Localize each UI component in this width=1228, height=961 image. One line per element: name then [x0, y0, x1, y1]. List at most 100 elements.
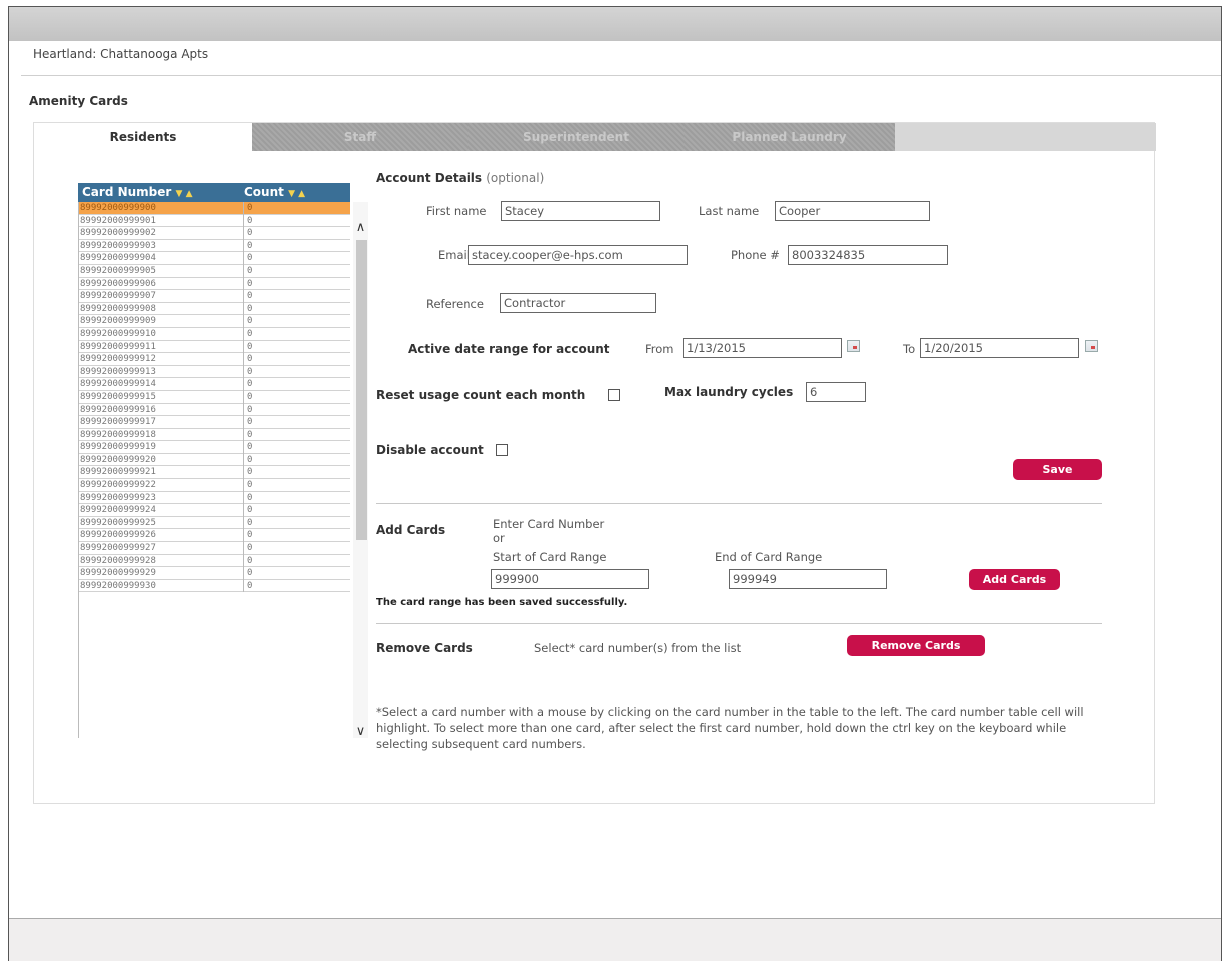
- card-number-cell[interactable]: 89992000999904: [80, 252, 244, 265]
- table-row[interactable]: 89992000999906 0: [79, 277, 350, 291]
- count-cell: 0: [247, 492, 350, 505]
- table-row[interactable]: 89992000999904 0: [79, 252, 350, 265]
- card-number-cell[interactable]: 89992000999910: [80, 327, 244, 341]
- card-number-cell[interactable]: 89992000999916: [80, 403, 244, 417]
- card-number-cell[interactable]: 89992000999908: [80, 302, 244, 316]
- table-row[interactable]: 89992000999924 0: [79, 504, 350, 517]
- calendar-icon[interactable]: [847, 340, 860, 352]
- calendar-icon[interactable]: [1085, 340, 1098, 352]
- table-row[interactable]: 89992000999918 0: [79, 428, 350, 442]
- table-row[interactable]: 89992000999908 0: [79, 302, 350, 316]
- card-number-cell[interactable]: 89992000999928: [80, 554, 244, 568]
- card-number-cell[interactable]: 89992000999911: [80, 340, 244, 354]
- end-range-input[interactable]: 999949: [729, 569, 887, 589]
- card-number-cell[interactable]: 89992000999903: [80, 239, 244, 253]
- tab-residents[interactable]: Residents: [34, 123, 252, 151]
- table-row[interactable]: 89992000999929 0: [79, 567, 350, 580]
- table-row[interactable]: 89992000999902 0: [79, 227, 350, 240]
- col-header-card-number[interactable]: Card Number ▼ ▲: [82, 185, 193, 199]
- card-number-cell[interactable]: 89992000999915: [80, 390, 244, 404]
- card-number-cell[interactable]: 89992000999920: [80, 453, 244, 467]
- to-date-input[interactable]: 1/20/2015: [920, 338, 1079, 358]
- card-number-cell[interactable]: 89992000999901: [80, 214, 244, 228]
- app-frame: Heartland: Chattanooga Apts Amenity Card…: [8, 6, 1222, 961]
- table-row[interactable]: 89992000999923 0: [79, 491, 350, 505]
- table-row[interactable]: 89992000999916 0: [79, 403, 350, 417]
- max-cycles-input[interactable]: 6: [806, 382, 866, 402]
- table-row[interactable]: 89992000999928 0: [79, 554, 350, 568]
- col-header-count[interactable]: Count ▼ ▲: [244, 185, 305, 199]
- card-number-cell[interactable]: 89992000999907: [80, 290, 244, 303]
- card-number-cell[interactable]: 89992000999917: [80, 416, 244, 429]
- table-row[interactable]: 89992000999912 0: [79, 353, 350, 366]
- tab-planned-laundry[interactable]: Planned Laundry: [684, 123, 895, 151]
- reset-usage-checkbox[interactable]: [608, 389, 620, 401]
- table-row[interactable]: 89992000999917 0: [79, 416, 350, 429]
- card-number-cell[interactable]: 89992000999918: [80, 428, 244, 442]
- tab-superintendent[interactable]: Superintendent: [468, 123, 684, 151]
- card-number-cell[interactable]: 89992000999912: [80, 353, 244, 366]
- table-row[interactable]: 89992000999901 0: [79, 214, 350, 228]
- table-row[interactable]: 89992000999927 0: [79, 542, 350, 555]
- count-cell: 0: [247, 567, 350, 580]
- sort-arrows-icon[interactable]: ▼ ▲: [288, 189, 305, 199]
- table-row[interactable]: 89992000999919 0: [79, 441, 350, 454]
- card-number-cell[interactable]: 89992000999927: [80, 542, 244, 555]
- table-row[interactable]: 89992000999920 0: [79, 453, 350, 467]
- card-number-cell[interactable]: 89992000999914: [80, 378, 244, 391]
- table-row[interactable]: 89992000999921 0: [79, 466, 350, 480]
- scroll-thumb[interactable]: [356, 240, 367, 540]
- table-row[interactable]: 89992000999926 0: [79, 529, 350, 543]
- table-row[interactable]: 89992000999913 0: [79, 365, 350, 379]
- table-row[interactable]: 89992000999910 0: [79, 327, 350, 341]
- table-row[interactable]: 89992000999925 0: [79, 516, 350, 530]
- card-number-cell[interactable]: 89992000999924: [80, 504, 244, 517]
- count-cell: 0: [247, 215, 350, 228]
- card-number-cell[interactable]: 89992000999926: [80, 529, 244, 543]
- sort-arrows-icon[interactable]: ▼ ▲: [176, 189, 193, 199]
- start-range-input[interactable]: 999900: [491, 569, 649, 589]
- grid-scrollbar[interactable]: ∧ ∨: [353, 202, 368, 739]
- table-row[interactable]: 89992000999909 0: [79, 315, 350, 328]
- chevron-down-icon[interactable]: ∨: [353, 724, 368, 739]
- card-number-cell[interactable]: 89992000999902: [80, 227, 244, 240]
- table-row[interactable]: 89992000999905 0: [79, 264, 350, 278]
- count-cell: 0: [247, 555, 350, 568]
- remove-cards-title: Remove Cards: [376, 641, 473, 655]
- save-button[interactable]: Save: [1013, 459, 1102, 480]
- table-row[interactable]: 89992000999900 0: [79, 202, 350, 215]
- card-number-cell[interactable]: 89992000999909: [80, 315, 244, 328]
- card-number-cell[interactable]: 89992000999925: [80, 516, 244, 530]
- chevron-up-icon[interactable]: ∧: [353, 220, 368, 235]
- tab-staff[interactable]: Staff: [252, 123, 468, 151]
- card-number-cell[interactable]: 89992000999929: [80, 567, 244, 580]
- table-row[interactable]: 89992000999930 0: [79, 579, 350, 593]
- from-date-input[interactable]: 1/13/2015: [683, 338, 842, 358]
- card-number-cell[interactable]: 89992000999906: [80, 277, 244, 291]
- section-divider: [376, 623, 1102, 624]
- table-row[interactable]: 89992000999915 0: [79, 390, 350, 404]
- card-number-cell[interactable]: 89992000999922: [80, 479, 244, 492]
- reference-input[interactable]: Contractor: [500, 293, 656, 313]
- count-cell: 0: [247, 202, 350, 215]
- card-number-cell[interactable]: 89992000999900: [80, 202, 244, 215]
- card-number-cell[interactable]: 89992000999919: [80, 441, 244, 454]
- card-number-cell[interactable]: 89992000999930: [80, 579, 244, 593]
- disable-account-checkbox[interactable]: [496, 444, 508, 456]
- card-number-cell[interactable]: 89992000999905: [80, 264, 244, 278]
- count-cell: 0: [247, 227, 350, 240]
- remove-cards-button[interactable]: Remove Cards: [847, 635, 985, 656]
- table-row[interactable]: 89992000999914 0: [79, 378, 350, 391]
- last-name-input[interactable]: Cooper: [775, 201, 930, 221]
- card-number-cell[interactable]: 89992000999913: [80, 365, 244, 379]
- phone-input[interactable]: 8003324835: [788, 245, 948, 265]
- first-name-input[interactable]: Stacey: [501, 201, 660, 221]
- table-row[interactable]: 89992000999911 0: [79, 340, 350, 354]
- table-row[interactable]: 89992000999907 0: [79, 290, 350, 303]
- card-number-cell[interactable]: 89992000999921: [80, 466, 244, 480]
- table-row[interactable]: 89992000999903 0: [79, 239, 350, 253]
- card-number-cell[interactable]: 89992000999923: [80, 491, 244, 505]
- add-cards-button[interactable]: Add Cards: [969, 569, 1060, 590]
- table-row[interactable]: 89992000999922 0: [79, 479, 350, 492]
- email-input[interactable]: stacey.cooper@e-hps.com: [468, 245, 688, 265]
